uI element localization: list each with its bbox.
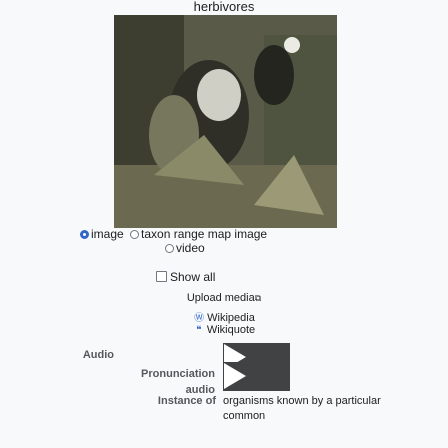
radio-checked-icon [80,230,89,239]
audio-label: Audio [82,349,114,361]
pronunciation-label-line1: Pronunciation [141,368,215,380]
video-radio[interactable]: video [165,241,205,255]
radio-unchecked-icon [165,244,174,253]
video-radio-label: video [176,241,205,255]
wikipedia-icon: Ⓦ [194,313,205,324]
upload-media-label: Upload media [186,292,255,304]
instance-of-value: organisms known by a particular common [223,395,381,422]
instance-of-label: Instance of [157,395,216,407]
herbivore-photo[interactable] [114,15,337,228]
wikiquote-link[interactable]: ❝ Wikiquote [0,324,448,336]
play-icon[interactable] [224,363,246,389]
taxon-range-map-radio[interactable]: taxon range map image [130,227,267,241]
image-radio-label: image [91,227,124,241]
pronunciation-audio-player[interactable] [223,362,290,391]
checkbox-icon [156,271,167,282]
image-radio[interactable]: image [80,227,127,241]
media-type-selector: image taxon range map image video [80,227,340,255]
upload-media-link[interactable]: Upload media⧉ [0,292,448,304]
radio-unchecked-icon [130,230,140,239]
wikipedia-link[interactable]: Ⓦ Wikipedia [0,309,448,324]
wikipedia-label: Wikipedia [207,312,255,324]
wikiquote-label: Wikiquote [206,324,256,336]
show-all-label: Show all [170,270,216,284]
pronunciation-audio-label: Pronunciation audio [115,368,215,397]
external-link-icon: ⧉ [254,293,262,303]
wikiquote-icon: ❝ [196,325,202,336]
page-title: herbivores [193,0,255,14]
taxon-range-map-radio-label: taxon range map image [141,227,268,241]
show-all-checkbox[interactable]: Show all [156,270,215,284]
